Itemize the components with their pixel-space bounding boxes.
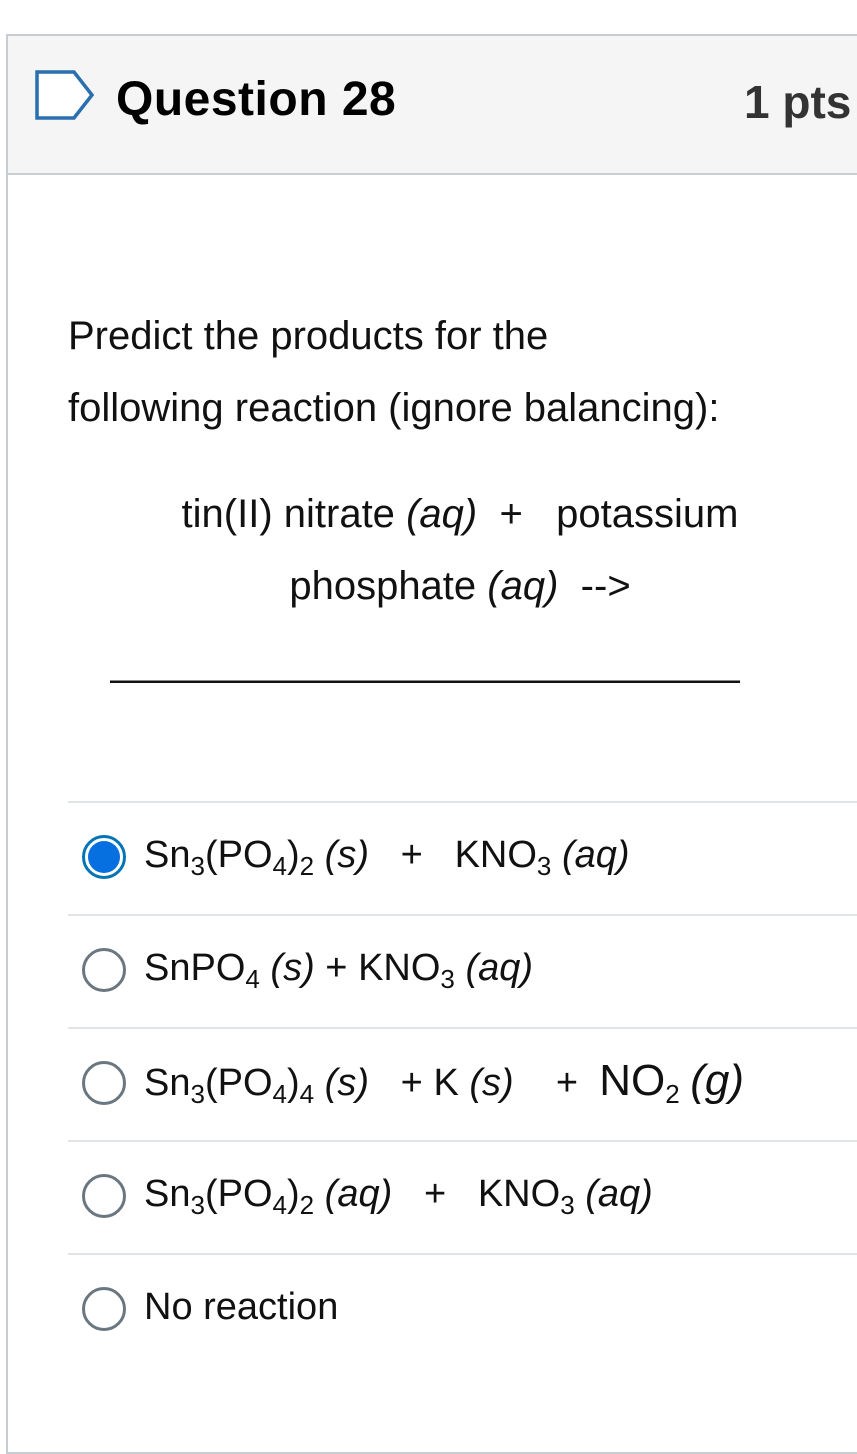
answer-label-3: Sn3(PO4)4 (s) + K (s) + NO2 (g) xyxy=(144,1053,744,1111)
radio-button[interactable] xyxy=(82,1174,126,1218)
formula-subscript: 3 xyxy=(190,1190,205,1220)
formula-part: Sn xyxy=(144,1173,191,1215)
formula-subscript: 2 xyxy=(299,1190,315,1220)
answer-label-5: No reaction xyxy=(144,1286,339,1328)
question-header: Question 28 1 pts xyxy=(8,36,857,175)
state-label: (aq) xyxy=(561,834,630,876)
formula-part: ) xyxy=(286,1173,300,1215)
formula-part: KNO xyxy=(454,834,537,876)
formula-subscript: 3 xyxy=(536,851,552,881)
plus-sign: + xyxy=(555,1062,579,1104)
formula-subscript: 2 xyxy=(665,1079,680,1109)
radio-button[interactable] xyxy=(82,1287,126,1331)
answer-label-4: Sn3(PO4)2 (aq) + KNO3 (aq) xyxy=(144,1166,653,1222)
formula-part: Sn xyxy=(144,834,191,876)
question-prompt: Predict the products for the following r… xyxy=(68,300,848,444)
formula-part: SnPO xyxy=(144,947,246,989)
state-label: (s) xyxy=(324,1062,369,1104)
answer-option-3[interactable]: Sn3(PO4)4 (s) + K (s) + NO2 (g) xyxy=(68,1027,857,1140)
formula-subscript: 3 xyxy=(190,1079,205,1109)
flag-question-icon[interactable] xyxy=(34,69,96,121)
reactant-1: tin(II) nitrate xyxy=(181,492,395,536)
state-label: (aq) xyxy=(324,1173,393,1215)
formula-part: KNO xyxy=(358,947,441,989)
reaction-plus: + xyxy=(499,492,523,536)
answer-option-5[interactable]: No reaction xyxy=(68,1253,857,1366)
answer-option-2[interactable]: SnPO4 (s) + KNO3 (aq) xyxy=(68,914,857,1027)
answer-option-1[interactable]: Sn3(PO4)2 (s) + KNO3 (aq) xyxy=(68,801,857,914)
reaction-equation: tin(II) nitrate (aq) + potassium phospha… xyxy=(100,478,820,622)
radio-button[interactable] xyxy=(82,948,126,992)
reactant-2-state: (aq) xyxy=(487,564,559,608)
formula-part: (PO xyxy=(204,834,273,876)
formula-subscript: 4 xyxy=(272,1190,287,1220)
state-label: (g) xyxy=(690,1056,745,1105)
plus-sign: + xyxy=(423,1173,447,1215)
formula-subscript: 3 xyxy=(440,964,455,994)
reactant-1-state: (aq) xyxy=(406,492,478,536)
prompt-line-2: following reaction (ignore balancing): xyxy=(68,386,720,430)
reactant-2-part-1: potassium xyxy=(556,492,739,536)
state-label: (s) xyxy=(324,834,369,876)
formula-subscript: 3 xyxy=(190,851,205,881)
radio-button-selected[interactable] xyxy=(82,835,126,879)
reaction-line-1: tin(II) nitrate (aq) + potassium xyxy=(100,478,820,550)
formula-subscript: 4 xyxy=(272,1079,287,1109)
prompt-line-1: Predict the products for the xyxy=(68,314,549,358)
formula-subscript: 2 xyxy=(299,851,315,881)
question-points: 1 pts xyxy=(744,76,852,128)
radio-button[interactable] xyxy=(82,1061,126,1105)
formula-subscript: 4 xyxy=(272,851,287,881)
formula-subscript: 3 xyxy=(560,1190,575,1220)
formula-part: Sn xyxy=(144,1062,191,1104)
question-title: Question 28 xyxy=(116,73,397,126)
state-label: (aq) xyxy=(465,947,534,989)
answer-label-2: SnPO4 (s) + KNO3 (aq) xyxy=(144,940,533,996)
state-label: (aq) xyxy=(585,1173,653,1215)
formula-part: NO xyxy=(599,1056,666,1105)
formula-part: ) xyxy=(286,834,300,876)
answer-label-1: Sn3(PO4)2 (s) + KNO3 (aq) xyxy=(144,827,630,883)
formula-part: KNO xyxy=(477,1173,561,1215)
state-label: (s) xyxy=(469,1062,514,1104)
answer-list: Sn3(PO4)2 (s) + KNO3 (aq) SnPO4 (s) + KN… xyxy=(68,801,857,1366)
formula-part: (PO xyxy=(204,1062,273,1104)
reaction-arrow: --> xyxy=(580,564,631,608)
plus-sign: + xyxy=(400,834,423,876)
plus-sign: + xyxy=(400,1062,423,1104)
formula-part: (PO xyxy=(204,1173,273,1215)
formula-part: ) xyxy=(286,1062,300,1104)
answer-option-4[interactable]: Sn3(PO4)2 (aq) + KNO3 (aq) xyxy=(68,1140,857,1253)
reactant-2-part-2: phosphate xyxy=(289,564,477,608)
reaction-line-2: phosphate (aq) --> xyxy=(100,550,820,622)
formula-part: K xyxy=(433,1062,459,1104)
plus-sign: + xyxy=(325,947,348,989)
formula-subscript: 4 xyxy=(299,1079,315,1109)
state-label: (s) xyxy=(270,947,315,989)
formula-subscript: 4 xyxy=(245,964,260,994)
reaction-blank-line: _______________________________ xyxy=(110,640,740,684)
